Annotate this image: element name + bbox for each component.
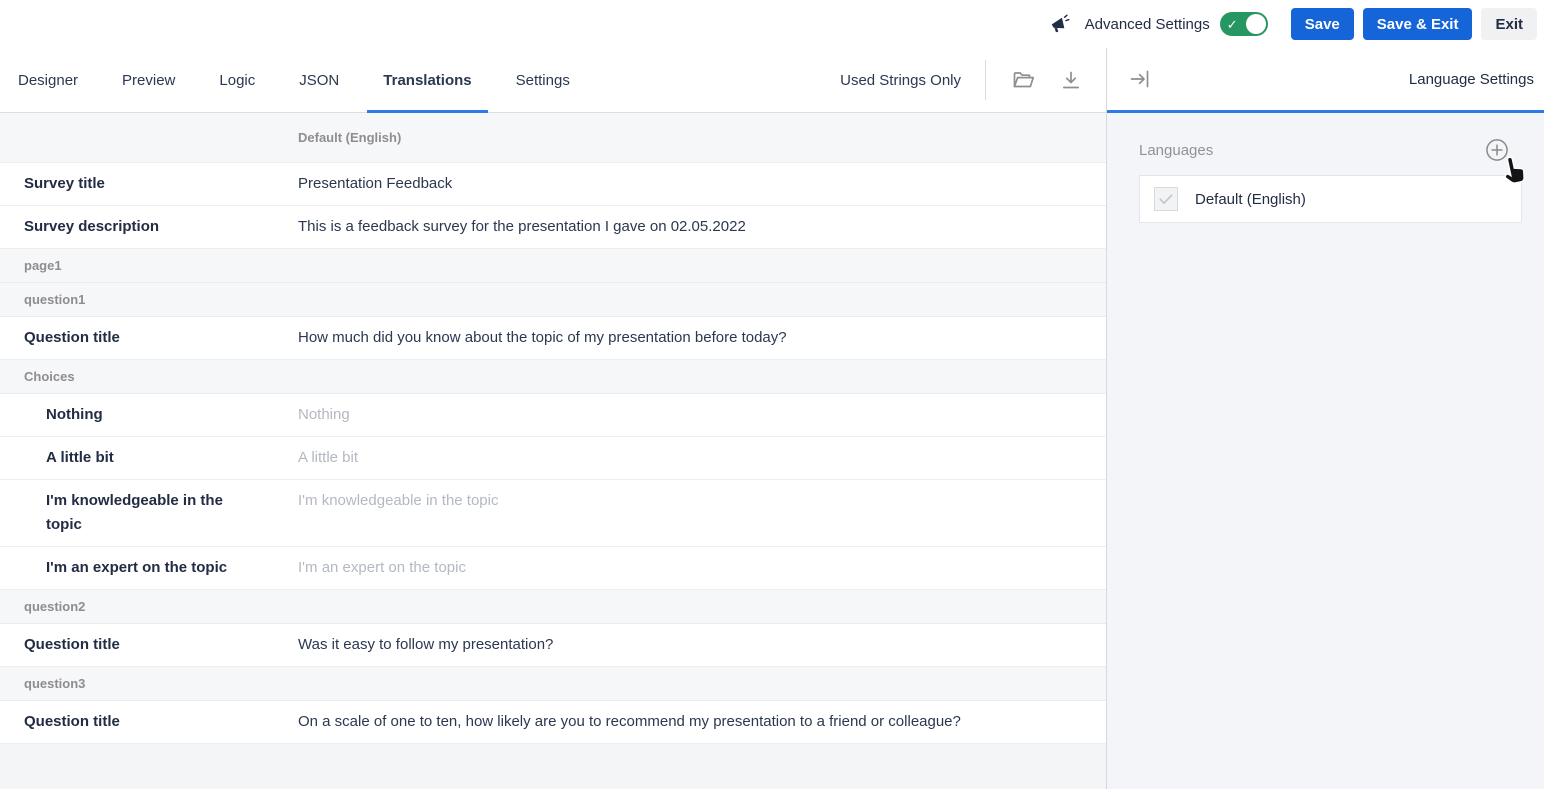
translation-value-input[interactable]: This is a feedback survey for the presen… [274, 206, 1106, 248]
string-label: I'm knowledgeable in the topic [0, 480, 274, 546]
translation-row: Question titleOn a scale of one to ten, … [0, 701, 1106, 744]
tab-preview[interactable]: Preview [106, 48, 191, 112]
group-header-row: Choices [0, 360, 1106, 394]
translation-value-input[interactable]: How much did you know about the topic of… [274, 317, 1106, 359]
translation-value-input[interactable]: Presentation Feedback [274, 163, 1106, 205]
string-label: Question title [0, 624, 274, 666]
language-settings-panel: Language Settings Languages Defaul [1107, 48, 1544, 789]
table-header-row: Default (English) [0, 113, 1106, 163]
languages-header: Languages [1139, 137, 1522, 163]
save-button[interactable]: Save [1291, 8, 1354, 40]
string-label: A little bit [0, 437, 274, 479]
tab-settings[interactable]: Settings [500, 48, 586, 112]
languages-label: Languages [1139, 142, 1213, 159]
header-spacer [0, 113, 274, 162]
add-language-button[interactable] [1484, 137, 1510, 163]
translation-value-input[interactable]: I'm knowledgeable in the topic [274, 480, 1106, 522]
translation-row: Survey titlePresentation Feedback [0, 163, 1106, 206]
tab-logic[interactable]: Logic [203, 48, 271, 112]
panel-title: Language Settings [1409, 71, 1534, 88]
translation-value-input[interactable]: Was it easy to follow my presentation? [274, 624, 1106, 666]
translation-value-input[interactable]: I'm an expert on the topic [274, 547, 1106, 589]
translation-row: Survey descriptionThis is a feedback sur… [0, 206, 1106, 249]
string-label: Survey title [0, 163, 274, 205]
translation-row: A little bitA little bit [0, 437, 1106, 480]
save-and-exit-button[interactable]: Save & Exit [1363, 8, 1473, 40]
tab-bar: Designer Preview Logic JSON Translations… [0, 48, 1106, 113]
translation-row: Question titleHow much did you know abou… [0, 317, 1106, 360]
translation-row: Question titleWas it easy to follow my p… [0, 624, 1106, 667]
advanced-settings-toggle[interactable]: ✓ [1220, 12, 1268, 36]
export-download-icon[interactable] [1058, 67, 1084, 93]
translation-value-input[interactable]: Nothing [274, 394, 1106, 436]
panel-body: Languages Default (English) [1107, 113, 1544, 789]
translations-toolbar: Used Strings Only [840, 48, 1106, 112]
translation-row: NothingNothing [0, 394, 1106, 437]
translation-row: I'm an expert on the topicI'm an expert … [0, 547, 1106, 590]
exit-button[interactable]: Exit [1481, 8, 1537, 40]
group-header-row: question1 [0, 283, 1106, 317]
advanced-settings-label: Advanced Settings [1085, 16, 1210, 33]
translations-pane: Designer Preview Logic JSON Translations… [0, 48, 1107, 789]
string-label: Question title [0, 317, 274, 359]
group-header-row: question2 [0, 590, 1106, 624]
language-name: Default (English) [1195, 191, 1306, 208]
toggle-knob [1246, 14, 1266, 34]
string-label: I'm an expert on the topic [0, 547, 274, 589]
used-strings-only-control[interactable]: Used Strings Only [840, 72, 961, 89]
top-toolbar: Advanced Settings ✓ Save Save & Exit Exi… [0, 0, 1545, 48]
check-icon: ✓ [1227, 18, 1238, 31]
announcement-icon[interactable] [1047, 12, 1071, 36]
language-checkbox [1154, 187, 1178, 211]
toolbar-divider [985, 60, 986, 100]
string-label: Question title [0, 701, 274, 743]
language-list-item: Default (English) [1139, 175, 1522, 223]
translation-table: Default (English) Survey titlePresentati… [0, 113, 1106, 789]
tab-translations[interactable]: Translations [367, 48, 487, 112]
tab-json[interactable]: JSON [283, 48, 355, 112]
group-header-row: question3 [0, 667, 1106, 701]
import-folder-icon[interactable] [1010, 67, 1036, 93]
string-label: Survey description [0, 206, 274, 248]
group-header-row: page1 [0, 249, 1106, 283]
translation-value-input[interactable]: On a scale of one to ten, how likely are… [274, 701, 1106, 743]
language-column-header: Default (English) [274, 113, 1106, 162]
translation-row: I'm knowledgeable in the topicI'm knowle… [0, 480, 1106, 547]
panel-header: Language Settings [1107, 48, 1544, 113]
collapse-panel-icon[interactable] [1127, 66, 1153, 92]
string-label: Nothing [0, 394, 274, 436]
tab-designer[interactable]: Designer [2, 48, 94, 112]
main-area: Designer Preview Logic JSON Translations… [0, 48, 1545, 789]
translation-value-input[interactable]: A little bit [274, 437, 1106, 479]
